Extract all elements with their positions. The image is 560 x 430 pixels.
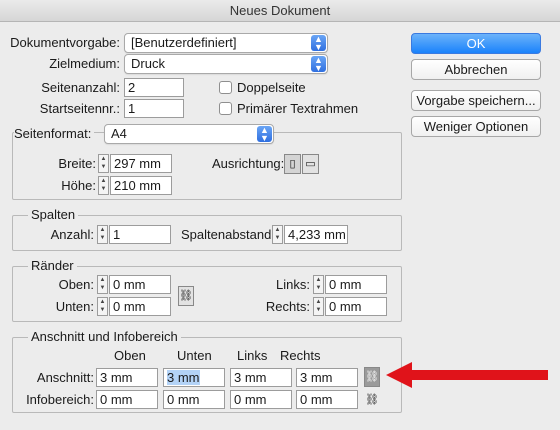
margin-left-field[interactable]: 0 mm (325, 275, 387, 294)
stepper-icon[interactable]: ▲ ▼ (97, 275, 108, 294)
height-label: Höhe: (61, 178, 96, 193)
chain-link-icon[interactable]: ⛓ (364, 367, 380, 387)
gutter-label: Spaltenabstand: (181, 227, 275, 242)
slug-label: Infobereich: (26, 392, 94, 407)
stepper-icon[interactable]: ▲ ▼ (313, 275, 324, 294)
ok-button[interactable]: OK (411, 33, 541, 54)
columns-title: Spalten (28, 207, 79, 223)
bleed-col-right: Rechts (280, 348, 321, 363)
stepper-icon[interactable]: ▲ ▼ (97, 297, 108, 316)
preset-label: Dokumentvorgabe: (10, 35, 120, 50)
stepper-icon[interactable]: ▲ ▼ (272, 225, 283, 244)
preset-select[interactable]: [Benutzerdefiniert] ▲ ▼ (124, 33, 328, 53)
window-title: Neues Dokument (0, 0, 560, 22)
primary-text-frame-label: Primärer Textrahmen (237, 101, 359, 116)
bleed-right-field[interactable]: 3 mm (296, 368, 358, 387)
cancel-button[interactable]: Abbrechen (411, 59, 541, 80)
stepper-icon[interactable]: ▲ ▼ (97, 225, 108, 244)
chain-link-icon[interactable]: ⛓ (364, 390, 380, 410)
bleed-col-left: Links (237, 348, 268, 363)
stepper-icon[interactable]: ▲ ▼ (98, 154, 109, 173)
stepper-icon[interactable]: ▲ ▼ (313, 297, 324, 316)
pages-field[interactable]: 2 (124, 78, 184, 97)
intent-value: Druck (131, 56, 165, 71)
margin-bottom-field[interactable]: 0 mm (109, 297, 171, 316)
page-size-select[interactable]: A4 ▲ ▼ (104, 124, 274, 144)
bleed-col-top: Oben (114, 348, 146, 363)
width-field[interactable]: 297 mm (110, 154, 172, 173)
columns-count-field[interactable]: 1 (109, 225, 171, 244)
bleed-left-field[interactable]: 3 mm (230, 368, 292, 387)
orientation-label: Ausrichtung: (212, 156, 285, 171)
primary-text-frame-checkbox[interactable] (219, 102, 232, 115)
page-size-label: Seitenformat: (14, 125, 95, 143)
slug-left-field[interactable]: 0 mm (230, 390, 292, 409)
margin-right-field[interactable]: 0 mm (325, 297, 387, 316)
bleed-col-bottom: Unten (177, 348, 212, 363)
bleed-top-field[interactable]: 3 mm (96, 368, 158, 387)
start-page-field[interactable]: 1 (124, 99, 184, 118)
slug-bottom-field[interactable]: 0 mm (163, 390, 225, 409)
page-size-value: A4 (111, 126, 127, 141)
intent-select[interactable]: Druck ▲ ▼ (124, 54, 328, 74)
arrow-annotation (386, 362, 548, 388)
height-field[interactable]: 210 mm (110, 176, 172, 195)
slug-right-field[interactable]: 0 mm (296, 390, 358, 409)
margin-right-label: Rechts: (265, 299, 310, 314)
chevron-updown-icon: ▲ ▼ (311, 56, 326, 73)
save-preset-button[interactable]: Vorgabe speichern... (411, 90, 541, 111)
fewer-options-button[interactable]: Weniger Optionen (411, 116, 541, 137)
intent-label: Zielmedium: (49, 56, 120, 71)
width-label: Breite: (58, 156, 96, 171)
landscape-icon[interactable]: ▭ (302, 154, 319, 174)
chain-link-icon[interactable]: ⛓ (178, 286, 194, 306)
margin-top-label: Oben: (58, 277, 94, 292)
bleed-bottom-field[interactable]: 3 mm (163, 368, 225, 387)
margins-title: Ränder (28, 258, 77, 274)
bleed-bottom-selected-text: 3 mm (167, 370, 200, 385)
margin-left-label: Links: (276, 277, 310, 292)
chevron-updown-icon: ▲ ▼ (311, 35, 326, 52)
margin-top-field[interactable]: 0 mm (109, 275, 171, 294)
pages-label: Seitenanzahl: (41, 80, 120, 95)
portrait-icon[interactable]: ▯ (284, 154, 301, 174)
chevron-updown-icon: ▲ ▼ (257, 126, 272, 143)
facing-pages-checkbox[interactable] (219, 81, 232, 94)
preset-value: [Benutzerdefiniert] (131, 35, 237, 50)
columns-count-label: Anzahl: (50, 227, 94, 242)
facing-pages-label: Doppelseite (237, 80, 306, 95)
start-page-label: Startseitennr.: (39, 101, 120, 116)
bleed-label: Anschnitt: (36, 370, 94, 385)
margin-bottom-label: Unten: (55, 299, 94, 314)
gutter-field[interactable]: 4,233 mm (284, 225, 348, 244)
slug-top-field[interactable]: 0 mm (96, 390, 158, 409)
bleed-slug-title: Anschnitt und Infobereich (28, 329, 181, 345)
stepper-icon[interactable]: ▲ ▼ (98, 176, 109, 195)
